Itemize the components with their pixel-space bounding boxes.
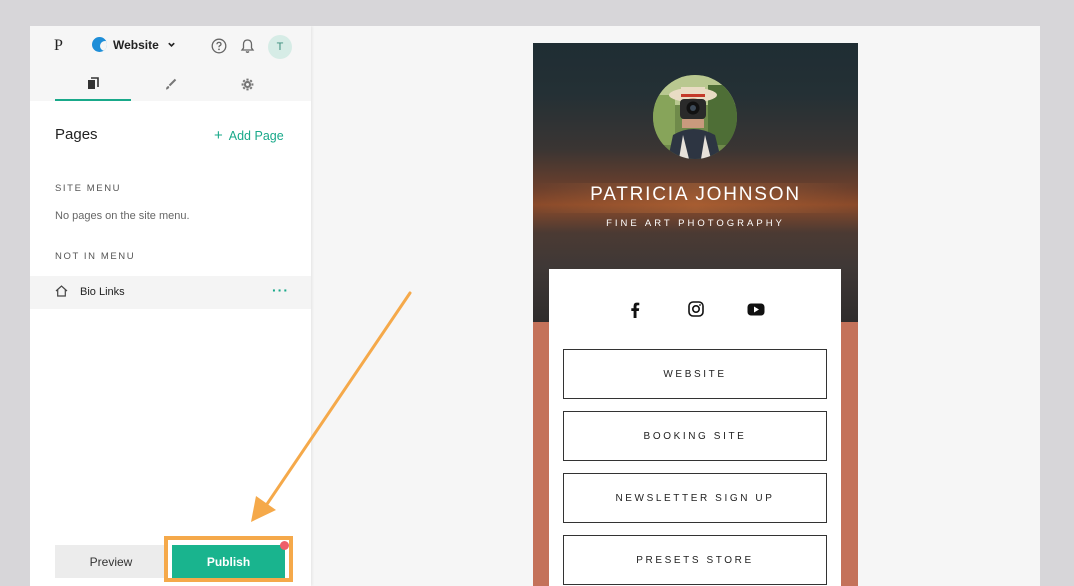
links-card: WEBSITE BOOKING SITE NEWSLETTER SIGN UP … (549, 269, 841, 586)
not-in-menu-label: NOT IN MENU (55, 251, 136, 262)
profile-photo (653, 75, 737, 159)
link-button-booking-site[interactable]: BOOKING SITE (563, 411, 827, 461)
site-switcher[interactable]: Website (92, 37, 176, 52)
top-bar: P Website T (30, 26, 311, 67)
sidebar: P Website T Pages + Add Page SITE MENU N… (30, 26, 311, 586)
add-page-label: Add Page (228, 129, 284, 143)
publish-highlight-annotation (164, 536, 293, 582)
tab-design[interactable] (132, 67, 208, 101)
logo[interactable]: P (54, 37, 63, 55)
profile-subtitle: FINE ART PHOTOGRAPHY (606, 218, 785, 229)
plus-icon: + (214, 127, 223, 144)
tab-settings[interactable] (209, 67, 285, 101)
bell-icon[interactable] (240, 38, 255, 54)
link-button-presets-store[interactable]: PRESETS STORE (563, 535, 827, 585)
pages-icon (88, 76, 99, 89)
instagram-icon[interactable] (688, 301, 704, 317)
profile-name: PATRICIA JOHNSON (590, 184, 801, 205)
site-preview: PATRICIA JOHNSON FINE ART PHOTOGRAPHY WE… (533, 43, 858, 586)
link-button-website[interactable]: WEBSITE (563, 349, 827, 399)
app-window: P Website T Pages + Add Page SITE MENU N… (30, 26, 1040, 586)
facebook-icon[interactable] (627, 301, 641, 318)
sidebar-tabs (30, 67, 311, 101)
link-button-newsletter[interactable]: NEWSLETTER SIGN UP (563, 473, 827, 523)
page-row-bio-links[interactable]: Bio Links ··· (30, 276, 311, 309)
site-icon (92, 37, 107, 52)
site-menu-label: SITE MENU (55, 183, 122, 194)
avatar[interactable]: T (268, 35, 292, 59)
chevron-down-icon (168, 42, 175, 47)
page-name: Bio Links (80, 286, 125, 298)
youtube-icon[interactable] (747, 303, 765, 316)
preview-button[interactable]: Preview (55, 545, 167, 578)
more-options-icon[interactable]: ··· (272, 282, 289, 298)
brush-icon (165, 78, 176, 89)
pages-title: Pages (55, 126, 98, 143)
add-page-button[interactable]: + Add Page (214, 127, 284, 144)
home-icon (55, 285, 68, 297)
help-icon[interactable] (211, 38, 227, 54)
site-name: Website (113, 37, 159, 52)
tab-pages[interactable] (55, 67, 131, 101)
site-menu-empty-note: No pages on the site menu. (55, 210, 190, 222)
gear-icon (241, 78, 253, 90)
preview-canvas: PATRICIA JOHNSON FINE ART PHOTOGRAPHY WE… (311, 26, 1040, 586)
